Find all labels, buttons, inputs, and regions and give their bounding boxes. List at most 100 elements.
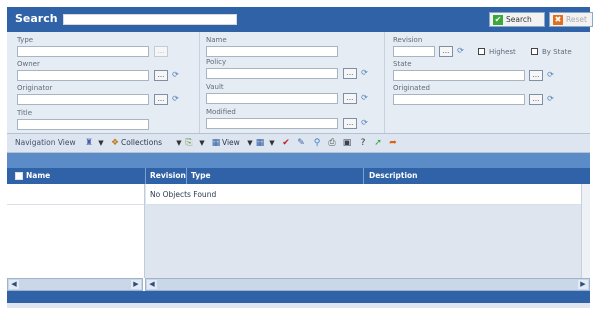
frozen-name-pane — [7, 184, 145, 278]
table-row: No Objects Found — [146, 184, 581, 205]
table-caption-bar — [7, 153, 590, 168]
vault-field[interactable] — [206, 93, 338, 104]
policy-label: Policy — [206, 58, 227, 66]
quick-search-input[interactable] — [63, 14, 237, 25]
table-header: Name Revision Type Description — [7, 168, 590, 184]
search-header: Search ✔ Search ✖ Reset — [7, 7, 593, 32]
left-horizontal-scrollbar[interactable]: ◀ ▶ — [7, 278, 143, 291]
reset-button-label: Reset — [566, 15, 587, 24]
type-chooser-button[interactable]: ... — [154, 46, 168, 57]
state-label: State — [393, 60, 412, 68]
collections-menu[interactable]: Collections — [121, 138, 162, 147]
originated-label: Originated — [393, 84, 430, 92]
search-button-label: Search — [506, 15, 532, 24]
originated-chooser-button[interactable]: ... — [529, 94, 543, 105]
search-filters-panel: Type ... Owner ... ⟳ Originator ... ⟳ Ti… — [7, 32, 590, 133]
by-state-label: By State — [542, 48, 572, 56]
right-horizontal-scrollbar[interactable]: ◀ ▶ — [145, 278, 590, 291]
title-field[interactable] — [17, 119, 149, 130]
view-dropdown-icon[interactable]: ▼ — [245, 138, 255, 148]
collections-dropdown-icon[interactable]: ▼ — [174, 138, 184, 148]
name-label: Name — [206, 36, 227, 44]
column-header-revision[interactable]: Revision — [150, 171, 186, 180]
reset-icon: ✖ — [553, 14, 563, 25]
originator-chooser-button[interactable]: ... — [154, 94, 168, 105]
column-header-description[interactable]: Description — [369, 171, 418, 180]
highest-checkbox[interactable] — [478, 48, 485, 55]
vault-chooser-button[interactable]: ... — [343, 93, 357, 104]
column-header-type[interactable]: Type — [191, 171, 211, 180]
column-header-name[interactable]: Name — [26, 171, 50, 180]
checkmark-icon[interactable]: ✔ — [281, 138, 291, 148]
type-label: Type — [17, 36, 34, 44]
clipboard-dropdown-icon[interactable]: ▼ — [197, 138, 207, 148]
originator-field[interactable] — [17, 94, 149, 105]
revision-refresh-icon[interactable]: ⟳ — [456, 46, 465, 55]
column-divider — [384, 32, 385, 133]
view-menu[interactable]: View — [222, 138, 240, 147]
edit-icon[interactable]: ✎ — [296, 138, 306, 148]
modified-refresh-icon[interactable]: ⟳ — [360, 118, 369, 127]
column-divider — [145, 168, 146, 184]
policy-chooser-button[interactable]: ... — [343, 68, 357, 79]
originated-field[interactable] — [393, 94, 525, 105]
originated-refresh-icon[interactable]: ⟳ — [546, 94, 555, 103]
owner-label: Owner — [17, 60, 40, 68]
print-icon[interactable]: ⎙ — [327, 138, 337, 148]
results-table: No Objects Found — [7, 184, 590, 278]
help-icon[interactable]: ? — [358, 138, 368, 148]
checkmark-icon: ✔ — [493, 14, 503, 25]
state-chooser-button[interactable]: ... — [529, 70, 543, 81]
green-arrow-icon[interactable]: ➚ — [373, 138, 383, 148]
search-button[interactable]: ✔ Search — [489, 12, 545, 27]
reset-button[interactable]: ✖ Reset — [549, 12, 593, 27]
export-icon[interactable]: ▣ — [342, 138, 352, 148]
scroll-right-icon[interactable]: ▶ — [131, 280, 141, 289]
table-row — [7, 184, 144, 205]
vault-refresh-icon[interactable]: ⟳ — [360, 93, 369, 102]
revision-chooser-button[interactable]: ... — [439, 46, 453, 57]
policy-refresh-icon[interactable]: ⟳ — [360, 68, 369, 77]
owner-refresh-icon[interactable]: ⟳ — [171, 70, 180, 79]
select-all-checkbox[interactable] — [15, 172, 23, 180]
highest-label: Highest — [489, 48, 516, 56]
modified-chooser-button[interactable]: ... — [343, 118, 357, 129]
table-dropdown-icon[interactable]: ▼ — [267, 138, 277, 148]
orange-arrow-icon[interactable]: ➦ — [388, 138, 398, 148]
empty-results-message: No Objects Found — [150, 190, 217, 199]
vertical-scrollbar[interactable] — [581, 184, 590, 278]
by-state-checkbox[interactable] — [531, 48, 538, 55]
scroll-left-icon[interactable]: ◀ — [9, 280, 19, 289]
navigation-dropdown-icon[interactable]: ▼ — [96, 138, 106, 148]
modified-field[interactable] — [206, 118, 338, 129]
state-refresh-icon[interactable]: ⟳ — [546, 70, 555, 79]
scroll-right-icon[interactable]: ▶ — [578, 280, 588, 289]
state-field[interactable] — [393, 70, 525, 81]
vault-label: Vault — [206, 83, 224, 91]
column-divider — [363, 168, 364, 184]
clipboard-icon[interactable]: ⎘ — [184, 138, 194, 148]
view-icon[interactable]: ▦ — [211, 138, 221, 148]
originator-refresh-icon[interactable]: ⟳ — [171, 94, 180, 103]
owner-field[interactable] — [17, 70, 149, 81]
page-title: Search — [15, 12, 58, 25]
collections-icon[interactable]: ❖ — [110, 138, 120, 148]
navigation-view-icon[interactable]: ♜ — [84, 138, 94, 148]
scroll-left-icon[interactable]: ◀ — [147, 280, 157, 289]
navigation-view-label: Navigation View — [15, 138, 76, 147]
column-divider — [199, 32, 200, 133]
owner-chooser-button[interactable]: ... — [154, 70, 168, 81]
revision-label: Revision — [393, 36, 423, 44]
policy-field[interactable] — [206, 68, 338, 79]
table-icon[interactable]: ▦ — [255, 138, 265, 148]
name-field[interactable] — [206, 46, 338, 57]
type-field[interactable] — [17, 46, 149, 57]
page-footer — [7, 291, 590, 303]
title-label: Title — [17, 109, 33, 117]
revision-field[interactable] — [393, 46, 435, 57]
filter-icon[interactable]: ⚲ — [312, 138, 322, 148]
originator-label: Originator — [17, 84, 53, 92]
modified-label: Modified — [206, 108, 236, 116]
results-toolbar: Navigation View ♜ ▼ ❖ Collections ▼ ⎘ ▼ … — [7, 133, 590, 153]
footer-strip — [7, 303, 590, 308]
